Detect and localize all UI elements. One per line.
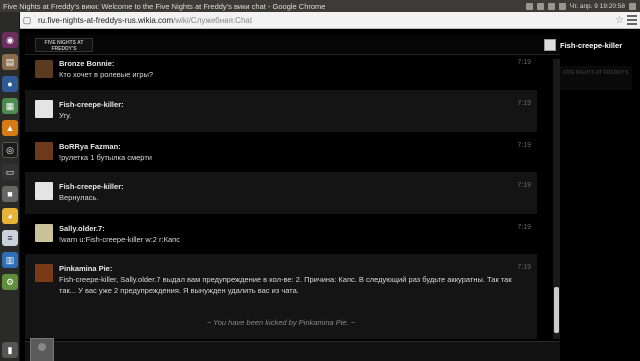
kicked-notice: ~ You have been kicked by Pinkamina Pie.…: [206, 318, 356, 327]
firefox-icon[interactable]: ●: [2, 76, 18, 92]
message-time: 7:19: [517, 142, 531, 149]
chat-message: Bronze Bonnie: Кто хочет в ролевые игры?…: [25, 56, 537, 90]
steam-icon[interactable]: ◎: [2, 142, 18, 158]
launcher: ◉ ▤ ● ▦ ▲ ◎ ▭ ■ ◕ ≡ ▥ ⚙ ▮: [0, 12, 20, 361]
chat-message: Pinkamina Pie: Fish-creepe-killer, Sally…: [25, 254, 537, 339]
message-time: 7:19: [517, 182, 531, 189]
chat-log[interactable]: Bronze Bonnie: Кто хочет в ролевые игры?…: [25, 56, 537, 339]
chrome-icon[interactable]: ◕: [2, 208, 18, 224]
message-author[interactable]: Sally.older.7:: [59, 224, 105, 233]
address-bar[interactable]: ▢ ru.five-nights-at-freddys-rus.wikia.co…: [20, 12, 640, 29]
message-text: Вернулась.: [59, 193, 99, 202]
chat-message: Sally.older.7: !warn u:Fish-creepe-kille…: [25, 214, 537, 254]
volume-icon[interactable]: [558, 2, 566, 10]
own-avatar: [30, 338, 54, 361]
chat-input-area: [25, 338, 560, 361]
terminal-icon[interactable]: ▭: [2, 164, 18, 180]
avatar[interactable]: [35, 182, 53, 200]
avatar: [544, 39, 556, 51]
message-author[interactable]: BoRRya Fazman:: [59, 142, 121, 151]
avatar[interactable]: [35, 142, 53, 160]
gedit-icon[interactable]: ≡: [2, 230, 18, 246]
chat-message: Fish-creepe-killer: Угу. 7:19: [25, 90, 537, 132]
chat-scrollbar[interactable]: [553, 59, 560, 339]
message-text: Кто хочет в ролевые игры?: [59, 70, 154, 79]
url-text[interactable]: ru.five-nights-at-freddys-rus.wikia.com/…: [38, 16, 252, 25]
browser-window: ▢ ru.five-nights-at-freddys-rus.wikia.co…: [20, 12, 640, 361]
keyboard-layout-icon[interactable]: [536, 2, 544, 10]
message-text: !рулетка 1 бутылка смерти: [59, 153, 152, 162]
vlc-icon[interactable]: ▲: [2, 120, 18, 136]
message-text: !warn u:Fish-creepe-killer w:2 r:Капс: [59, 235, 180, 244]
bookmark-star-icon[interactable]: ☆: [615, 15, 624, 26]
window-title: Five Nights at Freddy's вики: Welcome to…: [3, 1, 326, 11]
chat-header: FIVE NIGHTS AT FREDDY'S: [25, 35, 560, 55]
trash-icon[interactable]: ▮: [2, 342, 18, 358]
wiki-logo[interactable]: FIVE NIGHTS AT FREDDY'S: [35, 37, 93, 52]
clock[interactable]: Чт. апр. 9 19:20:58: [570, 3, 625, 10]
user-panel[interactable]: Fish-creepe-killer: [544, 35, 640, 55]
avatar[interactable]: [35, 100, 53, 118]
current-username[interactable]: Fish-creepe-killer: [560, 41, 622, 50]
message-author[interactable]: Fish-creepe-killer:: [59, 100, 124, 109]
chrome-menu-icon[interactable]: [627, 14, 637, 26]
chat-message: BoRRya Fazman: !рулетка 1 бутылка смерти…: [25, 132, 537, 172]
network-icon[interactable]: [547, 2, 555, 10]
message-time: 7:19: [517, 264, 531, 271]
message-author[interactable]: Bronze Bonnie:: [59, 59, 114, 68]
dash-icon[interactable]: ◉: [2, 32, 18, 48]
chat-message: Fish-creepe-killer: Вернулась. 7:19: [25, 172, 537, 214]
avatar[interactable]: [35, 224, 53, 242]
camera-icon[interactable]: ■: [2, 186, 18, 202]
avatar[interactable]: [35, 60, 53, 78]
message-text: Угу.: [59, 111, 72, 120]
scrollbar-thumb[interactable]: [554, 287, 559, 333]
settings-icon[interactable]: ⚙: [2, 274, 18, 290]
os-top-bar: Five Nights at Freddy's вики: Welcome to…: [0, 0, 640, 12]
side-logo: FIVE NIGHTS AT FREDDY'S: [560, 66, 632, 90]
url-path: /wiki/Служебная:Chat: [173, 15, 253, 25]
libreoffice-icon[interactable]: ▦: [2, 98, 18, 114]
page-icon: ▢: [22, 14, 32, 25]
avatar[interactable]: [35, 264, 53, 282]
message-time: 7:19: [517, 224, 531, 231]
mail-icon[interactable]: [525, 2, 533, 10]
message-time: 7:19: [517, 100, 531, 107]
message-time: 7:19: [517, 59, 531, 66]
writer-icon[interactable]: ▥: [2, 252, 18, 268]
system-tray: Чт. апр. 9 19:20:58: [525, 2, 640, 10]
message-text: Fish-creepe-killer, Sally.older.7 выдал …: [59, 275, 512, 295]
chat-page: FIVE NIGHTS AT FREDDY'S Fish-creepe-kill…: [20, 30, 640, 361]
url-domain: ru.five-nights-at-freddys-rus.wikia.com: [38, 15, 174, 25]
files-icon[interactable]: ▤: [2, 54, 18, 70]
message-author[interactable]: Pinkamina Pie:: [59, 264, 112, 273]
message-author[interactable]: Fish-creepe-killer:: [59, 182, 124, 191]
power-icon[interactable]: [629, 2, 636, 10]
